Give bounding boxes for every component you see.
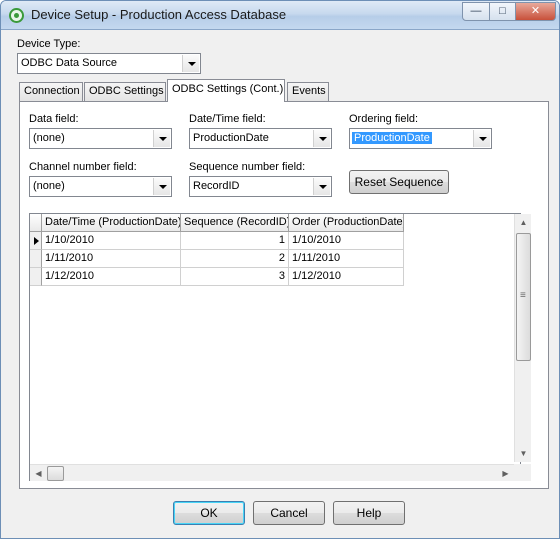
column-header-sequence[interactable]: Sequence (RecordID): [181, 214, 289, 232]
device-setup-window: Device Setup - Production Access Databas…: [0, 0, 560, 539]
ordering-field-value: ProductionDate: [352, 132, 432, 144]
scrollbar-corner: [514, 464, 531, 481]
horizontal-scroll-thumb[interactable]: [47, 466, 64, 481]
data-grid[interactable]: Date/Time (ProductionDate) Sequence (Rec…: [29, 213, 531, 481]
minimize-button[interactable]: —: [462, 2, 490, 21]
dialog-body: Device Type: ODBC Data Source Connection…: [8, 31, 553, 531]
maximize-button[interactable]: □: [489, 2, 516, 21]
table-cell[interactable]: 1: [181, 232, 289, 250]
scroll-left-icon[interactable]: ◀: [30, 465, 47, 482]
horizontal-scrollbar[interactable]: ◀ ▶: [30, 464, 514, 481]
table-cell[interactable]: 1/12/2010: [289, 268, 404, 286]
table-cell[interactable]: 1/11/2010: [289, 250, 404, 268]
title-bar[interactable]: Device Setup - Production Access Databas…: [1, 1, 559, 30]
device-type-value: ODBC Data Source: [21, 57, 117, 69]
device-type-label: Device Type:: [17, 38, 81, 50]
tab-events[interactable]: Events: [287, 82, 329, 101]
vertical-scrollbar[interactable]: ▲ ▼: [514, 214, 531, 462]
current-row-indicator-icon: [34, 237, 39, 245]
scroll-down-icon[interactable]: ▼: [515, 445, 532, 462]
sequence-field-value: RecordID: [193, 180, 240, 192]
row-header[interactable]: [30, 268, 42, 286]
table-cell[interactable]: 3: [181, 268, 289, 286]
close-button[interactable]: ✕: [515, 2, 556, 21]
data-field-select[interactable]: (none): [29, 128, 172, 149]
grid-corner-header: [30, 214, 42, 232]
channel-field-label: Channel number field:: [29, 161, 137, 173]
chevron-down-icon[interactable]: [473, 130, 490, 147]
data-field-label: Data field:: [29, 113, 79, 125]
chevron-down-icon[interactable]: [153, 130, 170, 147]
ordering-field-label: Ordering field:: [349, 113, 419, 125]
ok-button[interactable]: OK: [173, 501, 245, 525]
tab-odbc-settings-cont[interactable]: ODBC Settings (Cont.): [167, 79, 285, 102]
sequence-field-select[interactable]: RecordID: [189, 176, 332, 197]
chevron-down-icon[interactable]: [153, 178, 170, 195]
datetime-field-value: ProductionDate: [193, 132, 269, 144]
data-field-value: (none): [33, 132, 65, 144]
sequence-field-label: Sequence number field:: [189, 161, 306, 173]
app-icon: [9, 8, 24, 23]
scroll-up-icon[interactable]: ▲: [515, 214, 532, 231]
device-type-select[interactable]: ODBC Data Source: [17, 53, 201, 74]
table-cell[interactable]: 1/10/2010: [42, 232, 181, 250]
chevron-down-icon[interactable]: [182, 55, 199, 72]
row-header[interactable]: [30, 232, 42, 250]
help-button[interactable]: Help: [333, 501, 405, 525]
datetime-field-select[interactable]: ProductionDate: [189, 128, 332, 149]
table-cell[interactable]: 1/10/2010: [289, 232, 404, 250]
table-cell[interactable]: 1/12/2010: [42, 268, 181, 286]
vertical-scroll-thumb[interactable]: [516, 233, 531, 361]
tab-odbc-settings[interactable]: ODBC Settings: [84, 82, 166, 101]
chevron-down-icon[interactable]: [313, 130, 330, 147]
table-cell[interactable]: 2: [181, 250, 289, 268]
tab-connection[interactable]: Connection: [19, 82, 83, 101]
reset-sequence-button[interactable]: Reset Sequence: [349, 170, 449, 194]
window-title: Device Setup - Production Access Databas…: [31, 7, 287, 22]
table-cell[interactable]: 1/11/2010: [42, 250, 181, 268]
ordering-field-select[interactable]: ProductionDate: [349, 128, 492, 149]
channel-field-value: (none): [33, 180, 65, 192]
cancel-button[interactable]: Cancel: [253, 501, 325, 525]
column-header-order[interactable]: Order (ProductionDate): [289, 214, 404, 232]
chevron-down-icon[interactable]: [313, 178, 330, 195]
tab-panel: Data field: (none) Date/Time field: Prod…: [19, 101, 549, 489]
scroll-right-icon[interactable]: ▶: [497, 465, 514, 482]
channel-field-select[interactable]: (none): [29, 176, 172, 197]
column-header-datetime[interactable]: Date/Time (ProductionDate): [42, 214, 181, 232]
datetime-field-label: Date/Time field:: [189, 113, 266, 125]
row-header[interactable]: [30, 250, 42, 268]
